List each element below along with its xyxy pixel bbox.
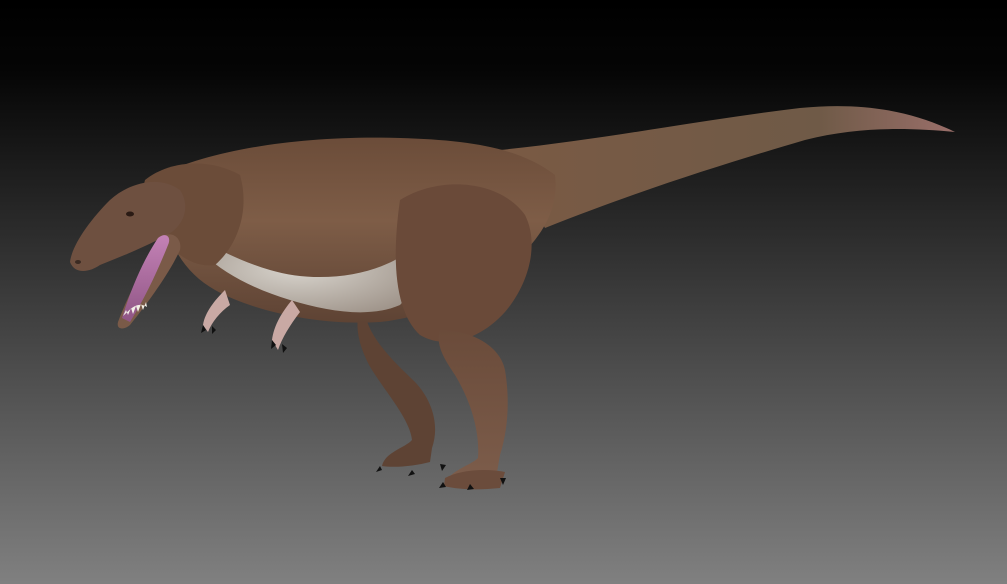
nostril — [75, 260, 81, 264]
3d-viewport[interactable] — [0, 0, 1007, 584]
eye — [126, 211, 134, 217]
scene-canvas — [0, 0, 1007, 584]
